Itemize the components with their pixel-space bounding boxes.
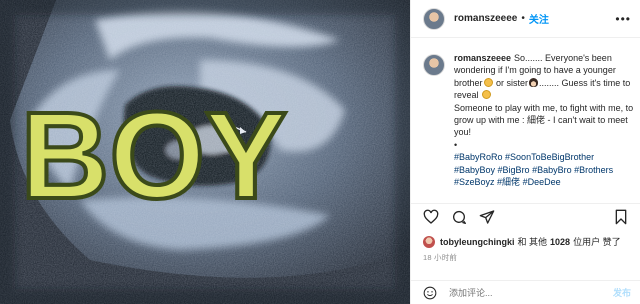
hashtag-link[interactable]: #SoonToBeBigBrother — [505, 152, 594, 162]
hashtag-link[interactable]: #BigBro — [498, 165, 530, 175]
svg-text:BOY: BOY — [20, 88, 287, 225]
bookmark-save-icon[interactable] — [613, 209, 629, 225]
boy-overlay-label: BOY — [18, 86, 289, 227]
share-send-icon[interactable] — [479, 209, 495, 225]
boy-emoji-icon — [483, 77, 493, 87]
likes-and-others: 和 其他 — [517, 237, 548, 247]
post-caption: romanszeeee So....... Everyone's been won… — [423, 52, 635, 188]
caption-bullet: • — [454, 139, 458, 150]
post-details-panel: romanszeeee • 关注 ••• romanszeeee So......… — [410, 0, 640, 304]
instagram-post-modal: BOY romanszeeee • 关注 ••• romanszeeee So..… — [0, 0, 640, 304]
liker-username[interactable]: tobyleungchingki — [440, 237, 515, 247]
like-heart-icon[interactable] — [423, 209, 439, 225]
hashtag-link[interactable]: #BabyRoRo — [454, 152, 503, 162]
caption-text-4: Someone to play with me, to fight with m… — [454, 102, 634, 138]
hashtag-link[interactable]: #Brothers — [574, 165, 613, 175]
caption-avatar[interactable] — [423, 54, 445, 76]
post-image[interactable]: BOY — [0, 0, 410, 304]
post-timestamp[interactable]: 18 小时前 — [423, 252, 457, 263]
likes-summary: tobyleungchingki 和 其他 1028 位用户 赞了 — [423, 235, 621, 248]
hashtag-link[interactable]: #SzeBoyz — [454, 177, 495, 187]
follow-button[interactable]: 关注 — [529, 11, 549, 26]
action-bar — [411, 203, 640, 229]
likes-count[interactable]: 1028 — [550, 237, 570, 247]
girl-emoji-icon — [529, 77, 539, 87]
hashtag-link[interactable]: #BabyBro — [532, 165, 572, 175]
avatar[interactable] — [423, 7, 445, 30]
liker-avatar[interactable] — [423, 235, 435, 248]
emoji-smile-icon[interactable] — [423, 286, 437, 300]
separator-dot: • — [521, 13, 525, 24]
header-username[interactable]: romanszeeee — [454, 13, 517, 24]
hashtag-link[interactable]: #BabyBoy — [454, 165, 495, 175]
more-horizontal-icon[interactable]: ••• — [615, 12, 631, 26]
comment-input[interactable] — [449, 287, 599, 298]
comment-bubble-icon[interactable] — [451, 209, 467, 225]
caption-username[interactable]: romanszeeee — [454, 53, 511, 63]
likes-suffix: 位用户 赞了 — [573, 237, 621, 247]
comment-bar: 发布 — [411, 280, 640, 304]
hashtag-link[interactable]: #DeeDee — [523, 177, 561, 187]
post-header: romanszeeee • 关注 ••• — [411, 0, 640, 38]
hashtag-link[interactable]: #細佬 — [497, 177, 520, 187]
post-comment-button[interactable]: 发布 — [613, 286, 631, 299]
smiley-emoji-icon — [482, 90, 492, 100]
caption-text-2: or sister — [493, 77, 529, 88]
caption-body: romanszeeee So....... Everyone's been won… — [454, 52, 634, 188]
